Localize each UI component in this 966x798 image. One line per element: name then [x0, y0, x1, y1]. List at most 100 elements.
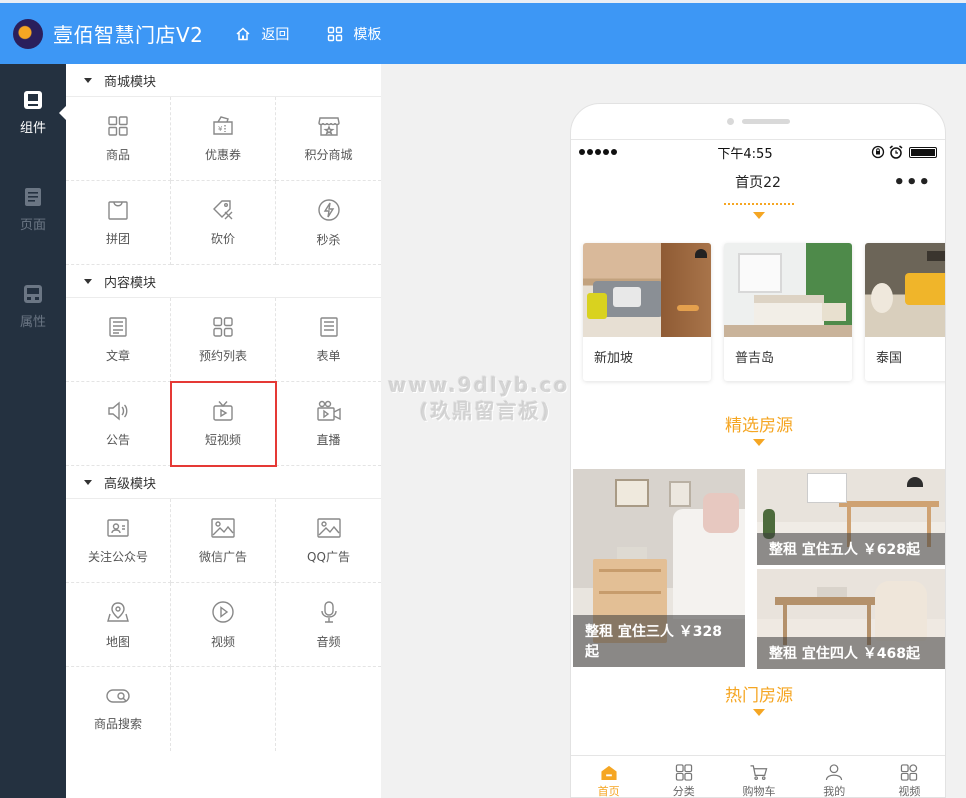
city-card[interactable]: 新加坡 [583, 243, 711, 381]
component-live[interactable]: 直播 [276, 382, 381, 466]
city-name: 新加坡 [594, 351, 634, 366]
tab-category[interactable]: 分类 [646, 756, 721, 798]
announcement-icon [108, 401, 128, 420]
wechat-ad-icon [211, 517, 235, 538]
component-video[interactable]: 视频 [171, 583, 276, 667]
more-menu-icon[interactable]: ••• [893, 172, 931, 193]
section-toggle-mall[interactable]: 商城模块 [66, 64, 381, 96]
section-arrow-icon [753, 439, 765, 446]
mall-module-grid: 商品 ¥ 优惠券 积分商城 拼团 砍价 秒杀 [66, 96, 381, 265]
city-image [724, 243, 852, 337]
section-toggle-content[interactable]: 内容模块 [66, 265, 381, 297]
component-icon [24, 91, 42, 109]
tab-home[interactable]: 首页 [571, 756, 646, 797]
component-booking-list[interactable]: 预约列表 [171, 298, 276, 382]
speaker-slot [741, 119, 790, 124]
template-button[interactable]: 模板 [327, 24, 381, 44]
component-label: 关注公众号 [87, 549, 148, 564]
alarm-icon [889, 145, 903, 159]
component-label: QQ广告 [307, 549, 350, 564]
form-icon [319, 316, 338, 337]
section-arrow-icon [753, 709, 765, 716]
tab-label: 我的 [823, 785, 846, 798]
component-coupon[interactable]: ¥ 优惠券 [171, 97, 276, 181]
component-goods[interactable]: 商品 [66, 97, 171, 181]
cut-off-section-title [571, 200, 945, 208]
component-label: 商品 [105, 147, 130, 162]
sidebar-item-components[interactable]: 组件 [0, 64, 66, 161]
template-label: 模板 [353, 26, 382, 43]
tab-cart[interactable]: 购物车 [721, 756, 796, 798]
city-carousel[interactable]: 新加坡 普吉岛 泰国 [571, 243, 945, 381]
phone-top-bezel [571, 104, 945, 140]
city-image [865, 243, 945, 337]
component-label: 短视频 [204, 432, 241, 447]
app-title: 壹佰智慧门店V2 [53, 23, 204, 47]
sidebar-item-label: 组件 [19, 121, 46, 136]
component-label: 砍价 [210, 231, 235, 246]
camera-dot [726, 118, 734, 125]
signal-icon [579, 149, 619, 155]
component-label: 预约列表 [198, 348, 247, 363]
flash-sale-icon [317, 198, 340, 221]
component-label: 优惠券 [204, 147, 241, 162]
empty-cell [171, 667, 276, 751]
tab-label: 视频 [898, 785, 921, 798]
component-short-video[interactable]: 短视频 [170, 381, 277, 467]
section-toggle-advanced[interactable]: 高级模块 [66, 466, 381, 498]
city-card[interactable]: 普吉岛 [724, 243, 852, 381]
featured-section-title: 精选房源 [725, 416, 793, 436]
component-audio[interactable]: 音频 [276, 583, 381, 667]
sidebar-item-label: 页面 [19, 218, 46, 233]
caret-down-icon [84, 479, 92, 485]
svg-text:¥: ¥ [218, 125, 223, 133]
rotation-lock-icon [871, 145, 885, 159]
city-name: 泰国 [876, 351, 903, 366]
coupon-icon: ¥ [213, 115, 233, 135]
tab-label: 购物车 [742, 785, 776, 798]
city-card[interactable]: 泰国 [865, 243, 945, 381]
room-card[interactable]: 整租 宜住五人 ￥628起 [757, 469, 945, 565]
component-qq-ad[interactable]: QQ广告 [276, 499, 381, 583]
follow-account-icon [107, 518, 129, 537]
component-wechat-ad[interactable]: 微信广告 [171, 499, 276, 583]
component-flash-sale[interactable]: 秒杀 [276, 181, 381, 265]
component-article[interactable]: 文章 [66, 298, 171, 382]
empty-cell [276, 667, 381, 751]
component-goods-search[interactable]: 商品搜索 [66, 667, 171, 751]
sidebar-item-label: 属性 [19, 315, 46, 330]
component-label: 秒杀 [316, 232, 341, 247]
component-follow-account[interactable]: 关注公众号 [66, 499, 171, 583]
goods-icon [108, 115, 128, 136]
component-label: 公告 [105, 432, 130, 447]
room-card[interactable]: 整租 宜住三人 ￥328起 [573, 469, 745, 667]
booking-list-icon [213, 316, 233, 337]
page-icon [25, 188, 41, 206]
page-title: 首页22 [735, 175, 781, 191]
watermark-name: (玖鼎留言板) [419, 399, 552, 423]
sidebar-item-properties[interactable]: 属性 [0, 258, 66, 355]
component-announcement[interactable]: 公告 [66, 382, 171, 466]
tab-label: 分类 [672, 785, 695, 798]
tab-video[interactable]: 视频 [872, 756, 945, 798]
component-group-buy[interactable]: 拼团 [66, 181, 171, 265]
tab-profile[interactable]: 我的 [797, 756, 872, 798]
phone-preview: 下午4:55 首页22 ••• 新加坡 普吉岛 泰国 精选房源 整租 宜住三人 … [570, 103, 946, 798]
component-form[interactable]: 表单 [276, 298, 381, 382]
profile-tab-icon [826, 764, 843, 781]
category-tab-icon [675, 764, 692, 781]
watermark-url: www.9dlyb.com [388, 373, 593, 397]
section-title: 内容模块 [104, 275, 157, 291]
component-label: 直播 [316, 432, 341, 447]
back-button[interactable]: 返回 [235, 24, 289, 44]
watermark: www.9dlyb.com (玖鼎留言板) [388, 372, 593, 424]
property-icon [24, 285, 42, 303]
home-icon [236, 26, 250, 40]
room-card[interactable]: 整租 宜住四人 ￥468起 [757, 569, 945, 669]
sidebar-item-pages[interactable]: 页面 [0, 161, 66, 258]
city-image [583, 243, 711, 337]
component-points-mall[interactable]: 积分商城 [276, 97, 381, 181]
component-label: 音频 [316, 634, 341, 649]
component-map[interactable]: 地图 [66, 583, 171, 667]
component-bargain[interactable]: 砍价 [171, 181, 276, 265]
